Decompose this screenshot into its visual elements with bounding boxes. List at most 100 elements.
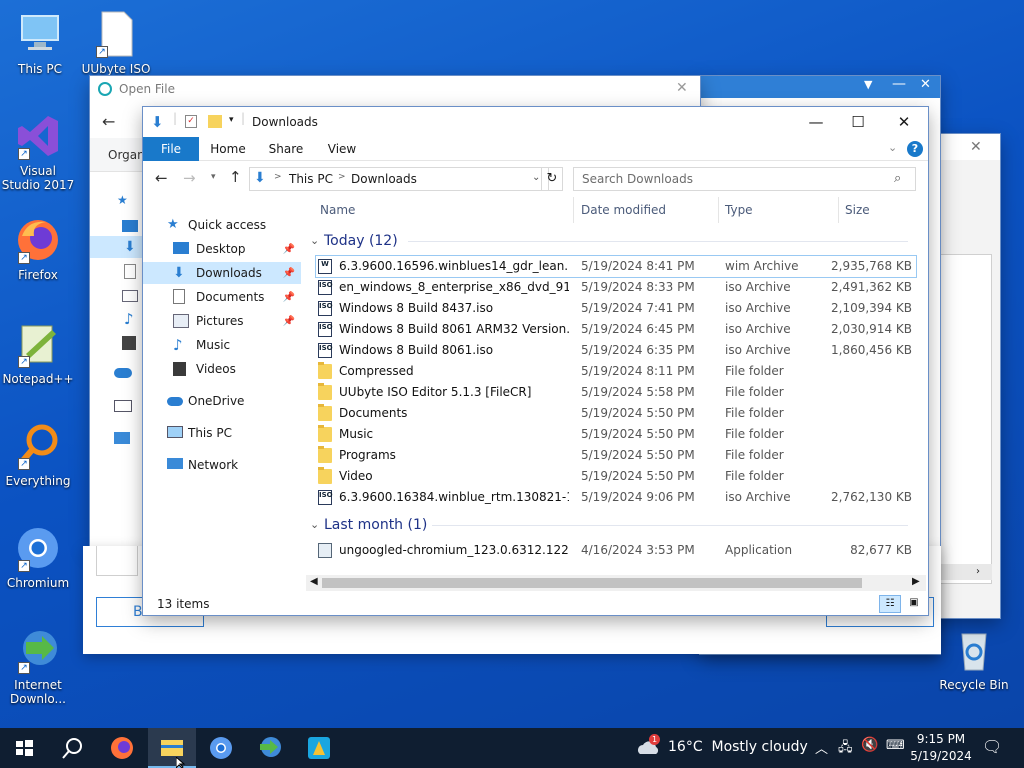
- desktop-icon-internet-download[interactable]: ↗ Internet Downlo...: [0, 626, 76, 706]
- close-button[interactable]: ✕: [881, 107, 927, 137]
- pin-icon[interactable]: 📌: [283, 311, 295, 333]
- column-name[interactable]: Name: [320, 203, 355, 223]
- desktop-icon-label: Firefox: [18, 268, 58, 282]
- volume-muted-icon[interactable]: 🔇: [861, 737, 878, 753]
- file-row[interactable]: Video 5/19/2024 5:50 PM File folder: [316, 466, 916, 487]
- nav-documents[interactable]: Documents 📌: [143, 286, 301, 308]
- filename-field[interactable]: [96, 546, 138, 576]
- nav-desktop[interactable]: Desktop 📌: [143, 238, 301, 260]
- clock-date[interactable]: 5/19/2024: [910, 749, 972, 763]
- desktop-icon-this-pc[interactable]: This PC: [2, 10, 78, 76]
- up-arrow-icon[interactable]: ↑: [229, 168, 242, 186]
- download-icon[interactable]: ⬇: [151, 113, 164, 131]
- tab-view[interactable]: View: [321, 137, 363, 161]
- network-status-icon[interactable]: 🖧: [838, 738, 853, 760]
- chevron-up-icon[interactable]: ︿: [815, 738, 828, 757]
- desktop-icon-firefox[interactable]: ↗ Firefox: [0, 216, 76, 282]
- file-row[interactable]: ISO 6.3.9600.16384.winblue_rtm.130821-162…: [316, 487, 916, 508]
- large-icons-view-icon[interactable]: ▣: [903, 595, 925, 613]
- back-arrow-icon[interactable]: ←: [102, 112, 115, 131]
- clock-time[interactable]: 9:15 PM: [914, 732, 968, 746]
- column-size[interactable]: Size: [845, 203, 870, 223]
- refresh-icon[interactable]: ↻: [541, 167, 563, 191]
- taskbar-firefox[interactable]: [98, 728, 146, 768]
- nav-downloads[interactable]: ⬇ Downloads 📌: [143, 262, 301, 284]
- file-row[interactable]: W 6.3.9600.16596.winblues14_gdr_lean.1401…: [315, 255, 917, 278]
- file-row[interactable]: Compressed 5/19/2024 8:11 PM File folder: [316, 361, 916, 382]
- pin-icon[interactable]: 📌: [283, 287, 295, 309]
- scrollbar-thumb[interactable]: [322, 578, 862, 588]
- file-row[interactable]: UUbyte ISO Editor 5.1.3 [FileCR] 5/19/202…: [316, 382, 916, 403]
- search-button[interactable]: [48, 728, 96, 768]
- nav-pictures[interactable]: Pictures 📌: [143, 310, 301, 332]
- recent-chevron-icon[interactable]: ▾: [211, 172, 216, 182]
- start-button[interactable]: [0, 728, 48, 768]
- details-view-icon[interactable]: ☷: [879, 595, 901, 613]
- nav-onedrive[interactable]: OneDrive: [143, 390, 301, 412]
- close-icon[interactable]: ✕: [920, 77, 931, 92]
- desktop-icon-visual-studio[interactable]: ↗ Visual Studio 2017: [0, 112, 76, 192]
- file-row[interactable]: ISO Windows 8 Build 8437.iso 5/19/2024 7:4…: [316, 298, 916, 319]
- nav-music[interactable]: ♪ Music: [143, 334, 301, 356]
- language-icon[interactable]: ⌨: [886, 738, 905, 753]
- chevron-down-icon[interactable]: ⌄: [888, 141, 897, 154]
- nav-videos[interactable]: Videos: [143, 358, 301, 380]
- breadcrumb-this-pc[interactable]: This PC: [289, 172, 333, 186]
- desktop-icon-everything[interactable]: ↗ Everything: [0, 422, 76, 488]
- chevron-right-icon[interactable]: ›: [976, 566, 980, 577]
- file-row[interactable]: ISO Windows 8 Build 8061 ARM32 Version.is…: [316, 319, 916, 340]
- taskbar-chromium[interactable]: [197, 728, 245, 768]
- minimize-icon[interactable]: —: [892, 76, 906, 92]
- desktop-icon-chromium[interactable]: ↗ Chromium: [0, 524, 76, 590]
- column-type[interactable]: Type: [725, 203, 753, 223]
- scroll-left-icon[interactable]: ◀: [310, 576, 318, 587]
- search-icon[interactable]: ⌕: [894, 171, 901, 186]
- weather-text[interactable]: 16°C Mostly cloudy: [668, 739, 808, 755]
- file-row[interactable]: ISO en_windows_8_enterprise_x86_dvd_91758…: [316, 277, 916, 298]
- close-icon[interactable]: ✕: [676, 80, 688, 96]
- dropdown-icon[interactable]: ▼: [864, 78, 872, 91]
- forward-arrow-icon[interactable]: →: [183, 169, 196, 187]
- search-input[interactable]: Search Downloads: [582, 172, 693, 186]
- properties-icon[interactable]: ✓: [185, 115, 197, 128]
- taskbar-file-explorer[interactable]: [148, 728, 196, 768]
- close-icon[interactable]: ✕: [970, 139, 982, 155]
- breadcrumb-downloads[interactable]: Downloads: [351, 172, 417, 186]
- weather-icon[interactable]: 1: [636, 734, 662, 756]
- group-header-today[interactable]: ⌄ Today (12): [308, 230, 908, 252]
- file-row[interactable]: ISO Windows 8 Build 8061.iso 5/19/2024 6:3…: [316, 340, 916, 361]
- group-header-last-month[interactable]: ⌄ Last month (1): [308, 514, 908, 536]
- help-icon[interactable]: ?: [907, 141, 923, 157]
- pin-icon[interactable]: 📌: [283, 263, 295, 285]
- chevron-down-icon[interactable]: ⌄: [532, 172, 540, 183]
- file-row[interactable]: Documents 5/19/2024 5:50 PM File folder: [316, 403, 916, 424]
- notifications-icon[interactable]: 🗨: [982, 737, 1002, 756]
- taskbar-idm[interactable]: [246, 728, 294, 768]
- organize-button[interactable]: Organ: [108, 148, 145, 162]
- file-name: Music: [339, 427, 374, 441]
- maximize-button[interactable]: ☐: [835, 107, 881, 137]
- nav-this-pc[interactable]: This PC: [143, 422, 301, 444]
- scroll-right-icon[interactable]: ▶: [912, 576, 920, 587]
- pin-icon[interactable]: 📌: [283, 239, 295, 261]
- address-bar[interactable]: ⬇ > This PC > Downloads ⌄: [249, 167, 549, 191]
- nav-quick-access[interactable]: ★ Quick access: [143, 214, 301, 236]
- back-arrow-icon[interactable]: ←: [155, 169, 168, 187]
- taskbar-uubyte[interactable]: [295, 728, 343, 768]
- column-date-modified[interactable]: Date modified: [581, 203, 666, 223]
- desktop-icon-uubyte-iso[interactable]: ↗ UUbyte ISO: [78, 10, 154, 76]
- tab-file[interactable]: File: [143, 137, 199, 161]
- tab-home[interactable]: Home: [207, 137, 249, 161]
- file-row[interactable]: Programs 5/19/2024 5:50 PM File folder: [316, 445, 916, 466]
- desktop-icon-recycle-bin[interactable]: Recycle Bin: [936, 626, 1012, 692]
- file-row[interactable]: ungoogled-chromium_123.0.6312.122-1.... 4…: [316, 540, 916, 561]
- nav-network[interactable]: Network: [143, 454, 301, 476]
- search-box[interactable]: Search Downloads ⌕: [573, 167, 916, 191]
- horizontal-scrollbar[interactable]: ◀ ▶: [306, 575, 926, 591]
- desktop-icon-notepadpp[interactable]: ↗ Notepad++: [0, 320, 76, 386]
- tab-share[interactable]: Share: [265, 137, 307, 161]
- file-row[interactable]: Music 5/19/2024 5:50 PM File folder: [316, 424, 916, 445]
- new-folder-icon[interactable]: [208, 115, 222, 128]
- minimize-button[interactable]: —: [793, 107, 839, 137]
- chevron-down-icon[interactable]: ▾: [229, 115, 234, 125]
